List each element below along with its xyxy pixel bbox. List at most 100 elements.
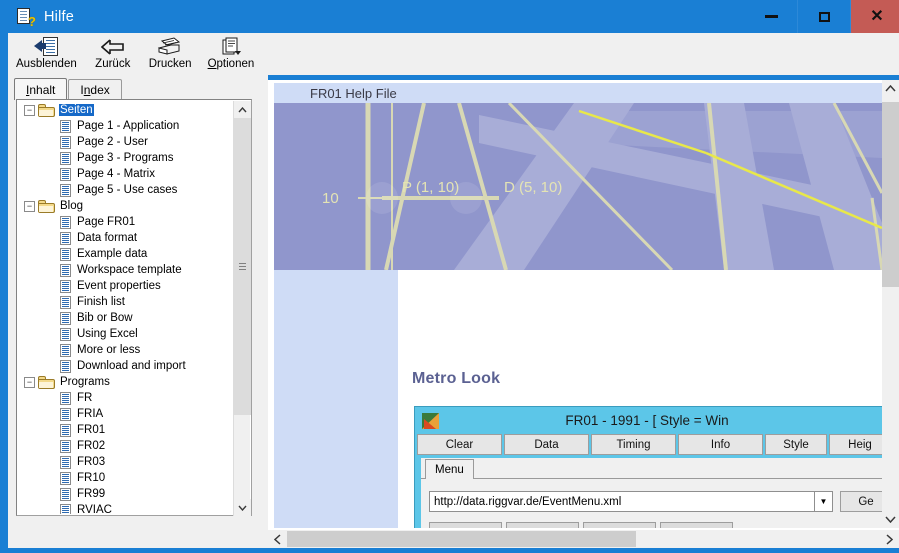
tree-node-folder[interactable]: − Programs (18, 374, 233, 390)
app-title-bar: FR01 - 1991 - [ Style = Win (415, 407, 882, 434)
tree-scrollbar-vertical[interactable] (233, 101, 251, 516)
tree-node-file[interactable]: Page 4 - Matrix (18, 166, 233, 182)
content-hscroll-thumb[interactable] (287, 531, 636, 547)
maximize-icon (818, 11, 830, 22)
app-title-text: FR01 - 1991 - [ Style = Win (565, 413, 729, 428)
hide-pane-button[interactable]: Ausblenden (8, 33, 85, 75)
year-button-1991[interactable]: 1991 (429, 522, 502, 528)
tree-label: Data format (77, 232, 138, 244)
tree-node-file[interactable]: Download and import (18, 358, 233, 374)
get-button[interactable]: Ge (840, 491, 882, 512)
tree-node-file[interactable]: FR01 (18, 422, 233, 438)
tree-node-file[interactable]: Page 1 - Application (18, 118, 233, 134)
options-label: Optionen (207, 58, 255, 70)
help-tree[interactable]: − Seiten Page 1 - Application Page 2 - Us… (18, 102, 233, 514)
year-button-1997[interactable]: 1997 (506, 522, 579, 528)
tab-index[interactable]: Index (68, 79, 122, 100)
tree-node-file[interactable]: FRIA (18, 406, 233, 422)
print-button[interactable]: Drucken (141, 33, 200, 75)
app-btn-info[interactable]: Info (678, 434, 763, 455)
tree-node-file[interactable]: Event properties (18, 278, 233, 294)
app-tab-menu[interactable]: Menu (425, 459, 474, 479)
maximize-button[interactable] (798, 0, 850, 33)
page-icon (60, 327, 71, 341)
app-btn-data[interactable]: Data (504, 434, 589, 455)
page-icon (60, 279, 71, 293)
url-value: http://data.riggvar.de/EventMenu.xml (434, 495, 622, 508)
nav-tabs: Inhalt Index (14, 78, 123, 100)
tree-label: FR99 (77, 488, 106, 500)
tree-label: Using Excel (77, 328, 138, 340)
scroll-left-button[interactable] (268, 530, 287, 548)
close-button[interactable]: ✕ (851, 0, 899, 33)
tree-label: Example data (77, 248, 148, 260)
tree-scroll-thumb[interactable] (234, 118, 251, 415)
help-document-icon: ? (17, 7, 36, 28)
tree-node-file[interactable]: Workspace template (18, 262, 233, 278)
content-scroll-thumb[interactable] (882, 102, 899, 287)
tree-node-file[interactable]: FR99 (18, 486, 233, 502)
print-label: Drucken (148, 58, 192, 70)
tree-node-file[interactable]: FR (18, 390, 233, 406)
tree-node-file[interactable]: Bib or Bow (18, 310, 233, 326)
banner-label-10: 10 (322, 190, 339, 207)
tree-label: FR03 (77, 456, 106, 468)
tree-node-file[interactable]: Data format (18, 230, 233, 246)
banner-label-d: D (5, 10) (504, 179, 563, 196)
app-btn-style[interactable]: Style (765, 434, 827, 455)
tab-inhalt[interactable]: Inhalt (14, 78, 68, 100)
scroll-down-button[interactable] (882, 511, 899, 528)
page-icon (60, 423, 71, 437)
tree-label: Blog (60, 200, 84, 212)
collapse-icon[interactable]: − (24, 104, 35, 116)
back-button[interactable]: Zurück (85, 33, 141, 75)
collapse-icon[interactable]: − (24, 376, 35, 388)
tree-node-file[interactable]: FR03 (18, 454, 233, 470)
tree-node-file[interactable]: FR02 (18, 438, 233, 454)
app-btn-height[interactable]: Heig (829, 434, 882, 455)
tree-node-file[interactable]: Page 3 - Programs (18, 150, 233, 166)
year-button-2000[interactable]: 2000 (583, 522, 656, 528)
scroll-right-button[interactable] (880, 530, 899, 548)
year-button-2004[interactable]: 2004 (660, 522, 733, 528)
tree-node-file[interactable]: Using Excel (18, 326, 233, 342)
tree-node-file[interactable]: Finish list (18, 294, 233, 310)
scroll-down-button[interactable] (234, 499, 251, 516)
content-scrollbar-vertical[interactable] (882, 80, 899, 528)
tree-node-file[interactable]: FR10 (18, 470, 233, 486)
tree-node-file[interactable]: Page 5 - Use cases (18, 182, 233, 198)
app-tab-row: Menu (425, 458, 474, 479)
content-scrollbar-horizontal[interactable] (268, 530, 899, 548)
tree-node-folder[interactable]: − Seiten (18, 102, 233, 118)
tree-label: Event properties (77, 280, 161, 292)
tree-label: FRIA (77, 408, 104, 420)
tree-label: More or less (77, 344, 141, 356)
url-combobox[interactable]: http://data.riggvar.de/EventMenu.xml ▼ (429, 491, 833, 512)
app-btn-timing[interactable]: Timing (591, 434, 676, 455)
app-menu-bar: Clear Data Timing Info Style Heig (415, 434, 882, 456)
page-icon (60, 391, 71, 405)
tree-node-file[interactable]: Page FR01 (18, 214, 233, 230)
window-title: Hilfe (44, 8, 75, 25)
tree-label: Download and import (77, 360, 186, 372)
back-arrow-icon (100, 38, 125, 56)
tree-node-file[interactable]: Page 2 - User (18, 134, 233, 150)
collapse-icon[interactable]: − (24, 200, 35, 212)
tree-node-file[interactable]: RVIAC (18, 502, 233, 514)
chevron-down-icon[interactable]: ▼ (814, 492, 832, 511)
minimize-button[interactable] (745, 0, 797, 33)
scroll-up-button[interactable] (882, 80, 899, 97)
page-icon (60, 167, 71, 181)
banner-graphic (274, 103, 882, 270)
tree-label: Page 2 - User (77, 136, 148, 148)
tree-node-file[interactable]: More or less (18, 342, 233, 358)
document-header-title: FR01 Help File (310, 85, 397, 101)
tree-node-file[interactable]: Example data (18, 246, 233, 262)
scroll-up-button[interactable] (234, 101, 251, 118)
options-button[interactable]: Optionen (200, 33, 263, 75)
tree-node-folder[interactable]: − Blog (18, 198, 233, 214)
page-icon (60, 247, 71, 261)
app-btn-clear[interactable]: Clear (417, 434, 502, 455)
folder-icon (38, 103, 55, 117)
tree-label: FR01 (77, 424, 106, 436)
